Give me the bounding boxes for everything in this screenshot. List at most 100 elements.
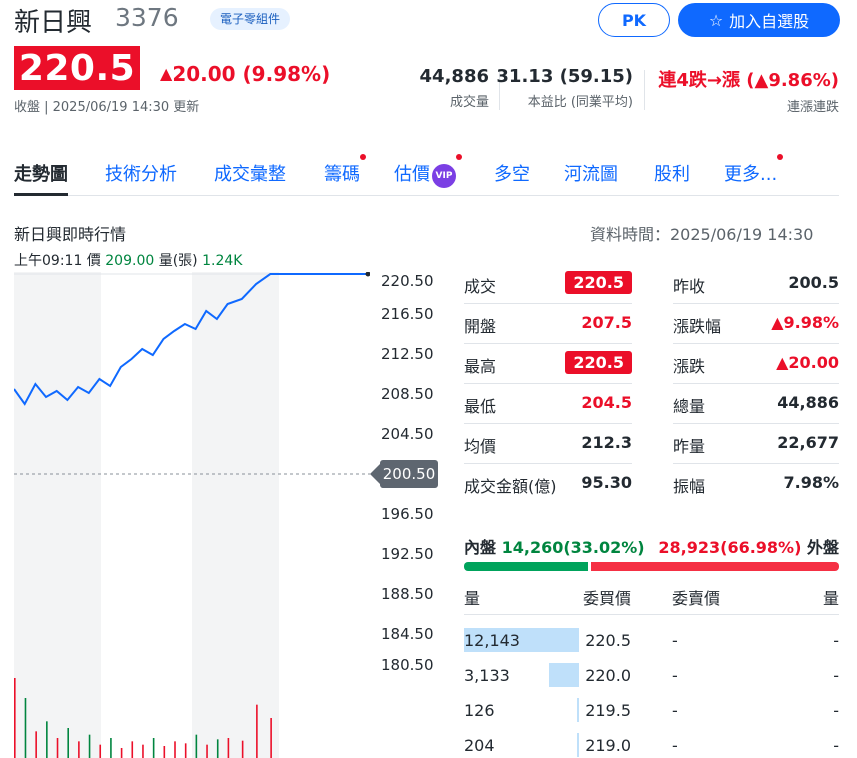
volume-bar	[131, 741, 134, 758]
quote-value: ▲20.00	[776, 353, 839, 372]
add-watchlist-label: 加入自選股	[729, 12, 810, 31]
volume-bar	[184, 743, 187, 758]
realtime-title: 新日興即時行情	[14, 225, 127, 244]
inner-bar	[464, 562, 588, 571]
tab-dividend[interactable]: 股利	[654, 160, 690, 196]
bid-volume: 126	[464, 701, 495, 720]
current-price: 220.5	[14, 46, 140, 90]
bid-price[interactable]: 219.0	[585, 736, 631, 755]
bid-volume: 3,133	[464, 666, 510, 685]
orderbook-row: 3,133 220.0 - -	[464, 657, 839, 692]
bid-price[interactable]: 220.0	[585, 666, 631, 685]
tab-label: 更多...	[724, 164, 778, 185]
tab-long-short[interactable]: 多空	[494, 160, 530, 196]
bid-price-header: 委買價	[582, 589, 631, 608]
tab-technical[interactable]: 技術分析	[105, 160, 177, 196]
volume-bar	[152, 738, 155, 758]
tab-label: 多空	[494, 164, 530, 185]
quote-row: 昨收 200.5	[673, 264, 839, 304]
tab-trades[interactable]: 成交彙整	[214, 160, 286, 196]
ask-price[interactable]: -	[672, 631, 678, 650]
star-icon: ☆	[708, 10, 724, 30]
tab-more[interactable]: 更多...	[724, 154, 784, 196]
quote-label: 最低	[464, 397, 497, 416]
bid-volume-bar	[577, 733, 579, 757]
y-tick-label: 184.50	[381, 625, 434, 643]
tab-label: 估價	[394, 164, 430, 185]
cursor-time: 上午09:11	[14, 253, 83, 269]
y-tick-label: 192.50	[381, 545, 434, 563]
volume-bar	[174, 741, 176, 758]
ask-price-header: 委賣價	[672, 589, 721, 608]
tab-chips[interactable]: 籌碼	[324, 154, 366, 196]
quote-label: 均價	[464, 437, 497, 456]
outer-label: 外盤	[806, 538, 839, 557]
y-tick-label: 196.50	[381, 505, 434, 523]
volume-bar	[88, 734, 91, 758]
volume-bar	[99, 744, 102, 758]
quote-value: 212.3	[581, 433, 632, 452]
ask-price[interactable]: -	[672, 701, 678, 720]
volume-bar	[78, 741, 80, 758]
tab-valuation[interactable]: 估價 VIP	[394, 154, 462, 196]
inner-value: 14,260(33.02%)	[501, 538, 645, 557]
quote-row: 振幅 7.98%	[673, 464, 839, 504]
add-watchlist-button[interactable]: ☆ 加入自選股	[678, 3, 840, 37]
tab-trend[interactable]: 走勢圖	[14, 160, 68, 196]
y-tick-label: 208.50	[381, 385, 434, 403]
ask-volume: -	[833, 666, 839, 685]
quote-label: 漲跌幅	[673, 317, 722, 336]
ask-volume: -	[833, 736, 839, 755]
volume-bar	[110, 738, 112, 758]
volume-bar	[270, 718, 272, 758]
cursor-price-label: 價	[86, 253, 101, 269]
stat-streak-label: 連漲連跌	[786, 100, 839, 115]
quote-label: 最高	[464, 357, 497, 376]
tab-label: 技術分析	[105, 164, 177, 185]
quote-row: 最高 220.5	[464, 344, 632, 384]
orderbook-row: 12,143 220.5 - -	[464, 622, 839, 657]
ask-price[interactable]: -	[672, 736, 678, 755]
stat-volume-value: 44,886	[419, 66, 489, 87]
volume-bar	[35, 731, 37, 758]
y-tick-label: 216.50	[381, 305, 434, 323]
tab-label: 河流圖	[564, 164, 618, 185]
notification-dot	[777, 154, 784, 160]
stat-streak-value: 連4跌→漲 (▲9.86%)	[658, 70, 839, 91]
intraday-chart[interactable]	[14, 272, 370, 758]
tab-label: 走勢圖	[14, 164, 68, 185]
stat-volume-label: 成交量	[449, 95, 489, 110]
bid-volume-bar	[577, 698, 579, 722]
quote-value: 44,886	[777, 393, 839, 412]
cursor-vol: 1.24K	[202, 253, 243, 269]
reference-price-badge: 200.50	[380, 460, 438, 488]
bid-price[interactable]: 220.5	[585, 631, 631, 650]
notification-dot	[360, 154, 366, 160]
ask-volume: -	[833, 631, 839, 650]
quote-row: 開盤 207.5	[464, 304, 632, 344]
cursor-price: 209.00	[105, 253, 155, 269]
quote-label: 昨收	[673, 277, 706, 296]
quote-label: 成交	[464, 277, 497, 296]
quote-value: 207.5	[581, 313, 632, 332]
bid-price[interactable]: 219.5	[585, 701, 631, 720]
ask-volume-header: 量	[822, 589, 839, 608]
volume-bar	[195, 734, 198, 758]
ask-volume: -	[833, 701, 839, 720]
quote-value: 220.5	[565, 351, 632, 374]
time-band	[14, 272, 101, 758]
orderbook-row: 204 219.0 - -	[464, 727, 839, 758]
quote-label: 昨量	[673, 437, 706, 456]
ask-price[interactable]: -	[672, 666, 678, 685]
quote-label: 漲跌	[673, 357, 706, 376]
volume-bar	[14, 678, 16, 758]
orderbook-header: 量 委買價 委賣價 量	[464, 585, 839, 615]
notification-dot	[456, 154, 462, 160]
sector-badge[interactable]: 電子零組件	[210, 8, 291, 30]
tab-river-chart[interactable]: 河流圖	[564, 160, 618, 196]
tab-label: 股利	[654, 164, 690, 185]
vip-badge: VIP	[432, 164, 456, 188]
pk-button[interactable]: PK	[598, 3, 670, 37]
volume-bar	[24, 698, 27, 758]
bid-volume-bar	[549, 663, 579, 687]
